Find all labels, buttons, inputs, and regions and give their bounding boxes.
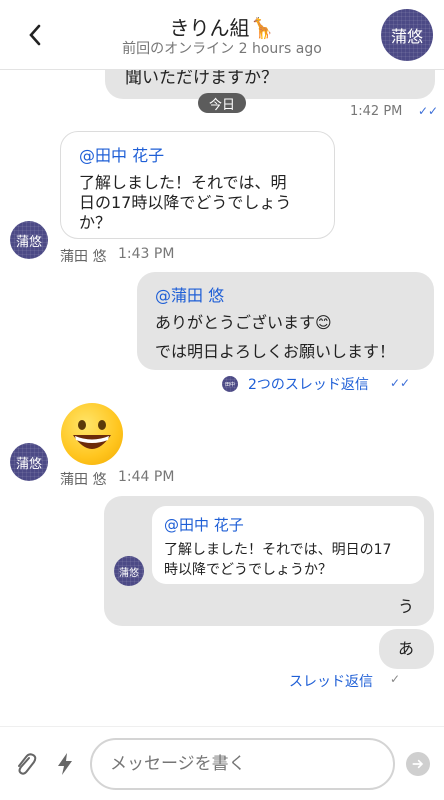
message-bubble-incoming[interactable]: @田中 花子 了解しました！それでは、明 日の17時以降でどうでしょう か？	[60, 131, 335, 239]
sender-name: 蒲田 悠	[60, 249, 107, 265]
sender-name: 蒲田 悠	[60, 472, 107, 488]
message-bubble-outgoing-quote[interactable]: 蒲悠 @田中 花子 了解しました！それでは、明日の17 時以降でどうでしょうか？…	[104, 496, 434, 626]
message-input[interactable]	[90, 738, 395, 790]
double-check-icon: ✓✓	[390, 376, 411, 390]
message-line: ありがとうございます😊	[155, 313, 332, 332]
message-time: 1:42 PM	[350, 104, 403, 119]
thread-participant-avatar: 田中	[222, 376, 238, 392]
message-line: か？	[79, 213, 112, 232]
thread-reply-link[interactable]: 田中 2つのスレッド返信 ✓✓	[222, 374, 432, 394]
quoted-line: 了解しました！それでは、明日の17	[164, 542, 392, 558]
mention-link[interactable]: @田中 花子	[79, 142, 164, 166]
grinning-face-icon	[73, 420, 111, 449]
date-divider: 今日	[198, 93, 246, 113]
double-check-icon: ✓✓	[418, 104, 439, 118]
sender-avatar[interactable]: 蒲悠	[10, 443, 48, 481]
thread-reply-link[interactable]: スレッド返信 ✓	[289, 671, 409, 691]
message-time: 1:43 PM	[118, 246, 175, 262]
message-time: 1:44 PM	[118, 469, 175, 485]
lightning-icon	[58, 753, 72, 775]
quoted-message[interactable]: @田中 花子 了解しました！それでは、明日の17 時以降でどうでしょうか？	[152, 506, 424, 584]
message-bubble-outgoing[interactable]: @蒲田 悠 ありがとうございます😊 では明日よろしくお願いします！	[137, 272, 434, 370]
single-check-icon: ✓	[390, 672, 401, 686]
mention-link[interactable]: @蒲田 悠	[155, 282, 224, 306]
chat-title[interactable]: きりん組🦒	[0, 12, 444, 41]
thread-reply-label: 2つのスレッド返信	[248, 377, 369, 393]
attach-button[interactable]	[12, 750, 38, 778]
message-line: では明日よろしくお願いします！	[155, 342, 396, 361]
message-text: う	[398, 597, 415, 616]
message-text: あ	[398, 639, 415, 658]
send-button[interactable]	[406, 752, 430, 776]
emoji-message[interactable]	[61, 403, 123, 465]
chat-header: きりん組🦒 前回のオンライン 2 hours ago 蒲悠	[0, 0, 444, 70]
paperclip-icon	[18, 753, 37, 775]
send-arrow-icon	[412, 759, 424, 769]
header-avatar[interactable]: 蒲悠	[381, 9, 433, 61]
quick-action-button[interactable]	[55, 752, 75, 776]
thread-reply-label: スレッド返信	[289, 674, 373, 690]
message-bubble-outgoing[interactable]: あ	[379, 629, 434, 669]
quoted-line: 時以降でどうでしょうか？	[164, 562, 332, 578]
quoted-sender-avatar: 蒲悠	[114, 556, 144, 586]
last-online-status: 前回のオンライン 2 hours ago	[122, 41, 322, 57]
sender-avatar[interactable]: 蒲悠	[10, 221, 48, 259]
quoted-mention: @田中 花子	[164, 516, 244, 534]
